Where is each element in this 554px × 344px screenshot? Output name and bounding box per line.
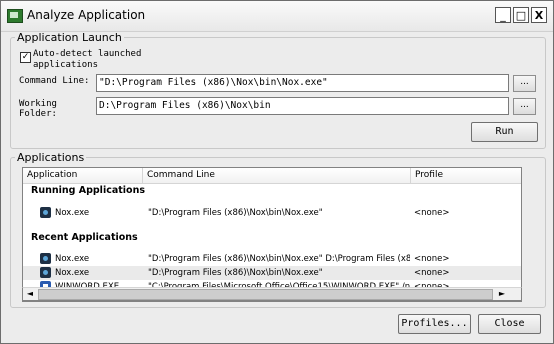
row-profile: <none>: [414, 208, 450, 218]
working-folder-browse-button[interactable]: ...: [513, 98, 536, 115]
command-line-browse-button[interactable]: ...: [513, 75, 536, 92]
list-header: Application Command Line Profile: [23, 168, 521, 184]
analyze-application-window: Analyze Application _ □ X Application La…: [0, 0, 554, 344]
column-header-application[interactable]: Application: [23, 168, 143, 183]
row-command-line: "D:\Program Files (x86)\Nox\bin\Nox.exe": [148, 208, 323, 218]
command-line-field[interactable]: "D:\Program Files (x86)\Nox\bin\Nox.exe": [96, 74, 509, 92]
window-title: Analyze Application: [27, 8, 146, 22]
working-folder-label: Working Folder:: [19, 99, 57, 119]
column-header-profile[interactable]: Profile: [411, 168, 521, 183]
nox-icon: [40, 207, 51, 218]
application-launch-title: Application Launch: [17, 31, 122, 44]
app-icon: [7, 9, 23, 23]
profiles-button[interactable]: Profiles...: [398, 314, 471, 334]
horizontal-scroll-thumb[interactable]: [38, 289, 493, 300]
running-applications-heading: Running Applications: [31, 185, 145, 196]
nox-icon: [40, 253, 51, 264]
maximize-button[interactable]: □: [513, 7, 529, 23]
row-application: Nox.exe: [55, 208, 90, 218]
row-command-line: "D:\Program Files (x86)\Nox\bin\Nox.exe": [148, 268, 323, 278]
auto-detect-checkbox[interactable]: ✓: [20, 52, 31, 63]
row-application: Nox.exe: [55, 254, 90, 264]
row-profile: <none>: [414, 268, 450, 278]
row-command-line: "D:\Program Files (x86)\Nox\bin\Nox.exe"…: [148, 254, 410, 264]
minimize-button[interactable]: _: [495, 7, 511, 23]
horizontal-scrollbar[interactable]: ◄ ►: [22, 287, 522, 301]
applications-list[interactable]: Application Command Line Profile Running…: [22, 167, 522, 302]
row-profile: <none>: [414, 254, 450, 264]
recent-applications-heading: Recent Applications: [31, 232, 138, 243]
auto-detect-label: Auto-detect launched applications: [33, 49, 142, 70]
list-item[interactable]: Nox.exe "D:\Program Files (x86)\Nox\bin\…: [23, 206, 521, 220]
row-application: Nox.exe: [55, 268, 90, 278]
title-bar[interactable]: Analyze Application _ □ X: [1, 1, 553, 32]
scroll-left-arrow[interactable]: ◄: [24, 288, 36, 300]
close-window-button[interactable]: X: [531, 7, 547, 23]
nox-icon: [40, 267, 51, 278]
run-button[interactable]: Run: [471, 122, 538, 142]
column-header-command-line[interactable]: Command Line: [143, 168, 411, 183]
vertical-scrollbar[interactable]: ▲ ▼: [521, 183, 522, 302]
list-item[interactable]: Nox.exe "D:\Program Files (x86)\Nox\bin\…: [23, 252, 521, 266]
command-line-label: Command Line:: [19, 76, 90, 86]
applications-title: Applications: [17, 151, 85, 164]
scroll-right-arrow[interactable]: ►: [496, 288, 508, 300]
working-folder-field[interactable]: D:\Program Files (x86)\Nox\bin: [96, 97, 509, 115]
list-item[interactable]: Nox.exe "D:\Program Files (x86)\Nox\bin\…: [23, 266, 521, 280]
close-button[interactable]: Close: [478, 314, 541, 334]
